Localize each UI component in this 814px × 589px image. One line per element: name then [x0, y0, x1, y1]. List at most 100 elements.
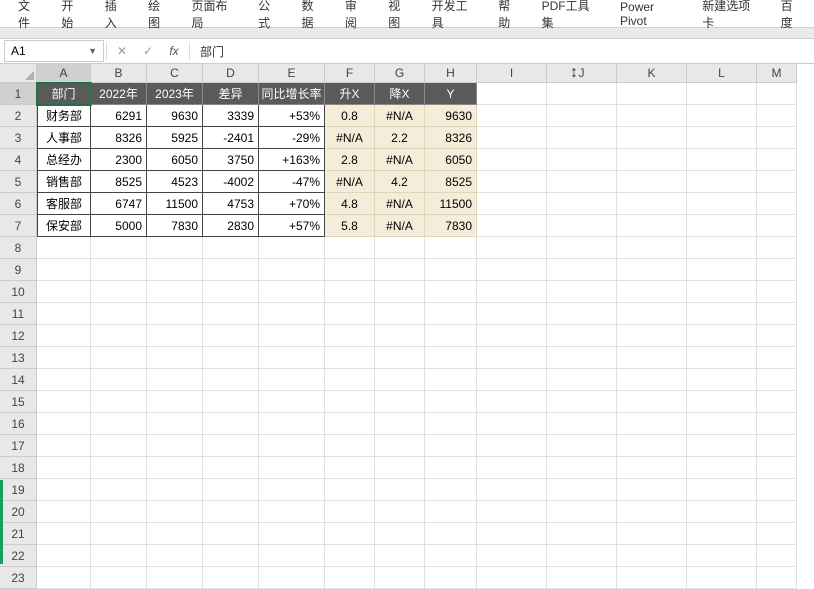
- cell-J23[interactable]: [547, 567, 617, 589]
- cell-C12[interactable]: [147, 325, 203, 347]
- cell-A17[interactable]: [37, 435, 91, 457]
- cell-I20[interactable]: [477, 501, 547, 523]
- cell-A9[interactable]: [37, 259, 91, 281]
- row-header-2[interactable]: 2: [0, 105, 37, 127]
- cell-M19[interactable]: [757, 479, 797, 501]
- cell-E4[interactable]: +163%: [259, 149, 325, 171]
- cell-L11[interactable]: [687, 303, 757, 325]
- cell-A7[interactable]: 保安部: [37, 215, 91, 237]
- cell-K20[interactable]: [617, 501, 687, 523]
- row-header-3[interactable]: 3: [0, 127, 37, 149]
- cell-G3[interactable]: 2.2: [375, 127, 425, 149]
- cell-J6[interactable]: [547, 193, 617, 215]
- cell-K12[interactable]: [617, 325, 687, 347]
- cell-J4[interactable]: [547, 149, 617, 171]
- col-header-G[interactable]: G: [375, 64, 425, 83]
- cell-F23[interactable]: [325, 567, 375, 589]
- cell-H12[interactable]: [425, 325, 477, 347]
- cell-B19[interactable]: [91, 479, 147, 501]
- cell-K15[interactable]: [617, 391, 687, 413]
- cell-K11[interactable]: [617, 303, 687, 325]
- row-header-11[interactable]: 11: [0, 303, 37, 325]
- cell-L13[interactable]: [687, 347, 757, 369]
- cell-F18[interactable]: [325, 457, 375, 479]
- cell-A6[interactable]: 客服部: [37, 193, 91, 215]
- cell-K9[interactable]: [617, 259, 687, 281]
- cell-F6[interactable]: 4.8: [325, 193, 375, 215]
- col-header-L[interactable]: L: [687, 64, 757, 83]
- cell-M11[interactable]: [757, 303, 797, 325]
- cell-J13[interactable]: [547, 347, 617, 369]
- row-header-19[interactable]: 19: [0, 479, 37, 501]
- cell-H18[interactable]: [425, 457, 477, 479]
- cell-K8[interactable]: [617, 237, 687, 259]
- row-header-13[interactable]: 13: [0, 347, 37, 369]
- cell-E15[interactable]: [259, 391, 325, 413]
- cell-H10[interactable]: [425, 281, 477, 303]
- cell-D18[interactable]: [203, 457, 259, 479]
- cell-D14[interactable]: [203, 369, 259, 391]
- cell-G4[interactable]: #N/A: [375, 149, 425, 171]
- menu-9[interactable]: 开发工具: [422, 0, 489, 35]
- cell-E12[interactable]: [259, 325, 325, 347]
- cell-J2[interactable]: [547, 105, 617, 127]
- cell-F3[interactable]: #N/A: [325, 127, 375, 149]
- cell-G23[interactable]: [375, 567, 425, 589]
- cell-A1[interactable]: 部门: [37, 83, 91, 105]
- cell-C15[interactable]: [147, 391, 203, 413]
- cell-E8[interactable]: [259, 237, 325, 259]
- cell-H1[interactable]: Y: [425, 83, 477, 105]
- row-header-7[interactable]: 7: [0, 215, 37, 237]
- cell-I16[interactable]: [477, 413, 547, 435]
- cell-C17[interactable]: [147, 435, 203, 457]
- cell-E18[interactable]: [259, 457, 325, 479]
- cell-G18[interactable]: [375, 457, 425, 479]
- cell-D11[interactable]: [203, 303, 259, 325]
- cell-A20[interactable]: [37, 501, 91, 523]
- cell-H6[interactable]: 11500: [425, 193, 477, 215]
- cell-M16[interactable]: [757, 413, 797, 435]
- cell-G6[interactable]: #N/A: [375, 193, 425, 215]
- cell-B7[interactable]: 5000: [91, 215, 147, 237]
- cell-A16[interactable]: [37, 413, 91, 435]
- cell-H4[interactable]: 6050: [425, 149, 477, 171]
- cell-D8[interactable]: [203, 237, 259, 259]
- cell-H20[interactable]: [425, 501, 477, 523]
- cell-F8[interactable]: [325, 237, 375, 259]
- cell-E19[interactable]: [259, 479, 325, 501]
- cell-C13[interactable]: [147, 347, 203, 369]
- cell-J10[interactable]: [547, 281, 617, 303]
- cell-M18[interactable]: [757, 457, 797, 479]
- cell-L10[interactable]: [687, 281, 757, 303]
- cell-J19[interactable]: [547, 479, 617, 501]
- cell-F21[interactable]: [325, 523, 375, 545]
- formula-input[interactable]: 部门: [192, 43, 814, 60]
- cell-E5[interactable]: -47%: [259, 171, 325, 193]
- cell-I18[interactable]: [477, 457, 547, 479]
- cell-G10[interactable]: [375, 281, 425, 303]
- cell-C1[interactable]: 2023年: [147, 83, 203, 105]
- cell-M21[interactable]: [757, 523, 797, 545]
- col-header-E[interactable]: E: [259, 64, 325, 83]
- cell-C2[interactable]: 9630: [147, 105, 203, 127]
- cell-F19[interactable]: [325, 479, 375, 501]
- cell-I6[interactable]: [477, 193, 547, 215]
- cell-E1[interactable]: 同比增长率: [259, 83, 325, 105]
- cell-H3[interactable]: 8326: [425, 127, 477, 149]
- col-header-C[interactable]: C: [147, 64, 203, 83]
- name-box[interactable]: A1 ▼: [4, 40, 104, 62]
- cell-A15[interactable]: [37, 391, 91, 413]
- cell-J14[interactable]: [547, 369, 617, 391]
- row-header-14[interactable]: 14: [0, 369, 37, 391]
- cell-G16[interactable]: [375, 413, 425, 435]
- enter-icon[interactable]: ✓: [135, 44, 161, 58]
- cell-B14[interactable]: [91, 369, 147, 391]
- cell-M4[interactable]: [757, 149, 797, 171]
- cell-H14[interactable]: [425, 369, 477, 391]
- cell-F13[interactable]: [325, 347, 375, 369]
- cell-A19[interactable]: [37, 479, 91, 501]
- cell-G15[interactable]: [375, 391, 425, 413]
- cell-A18[interactable]: [37, 457, 91, 479]
- cell-L3[interactable]: [687, 127, 757, 149]
- cell-B9[interactable]: [91, 259, 147, 281]
